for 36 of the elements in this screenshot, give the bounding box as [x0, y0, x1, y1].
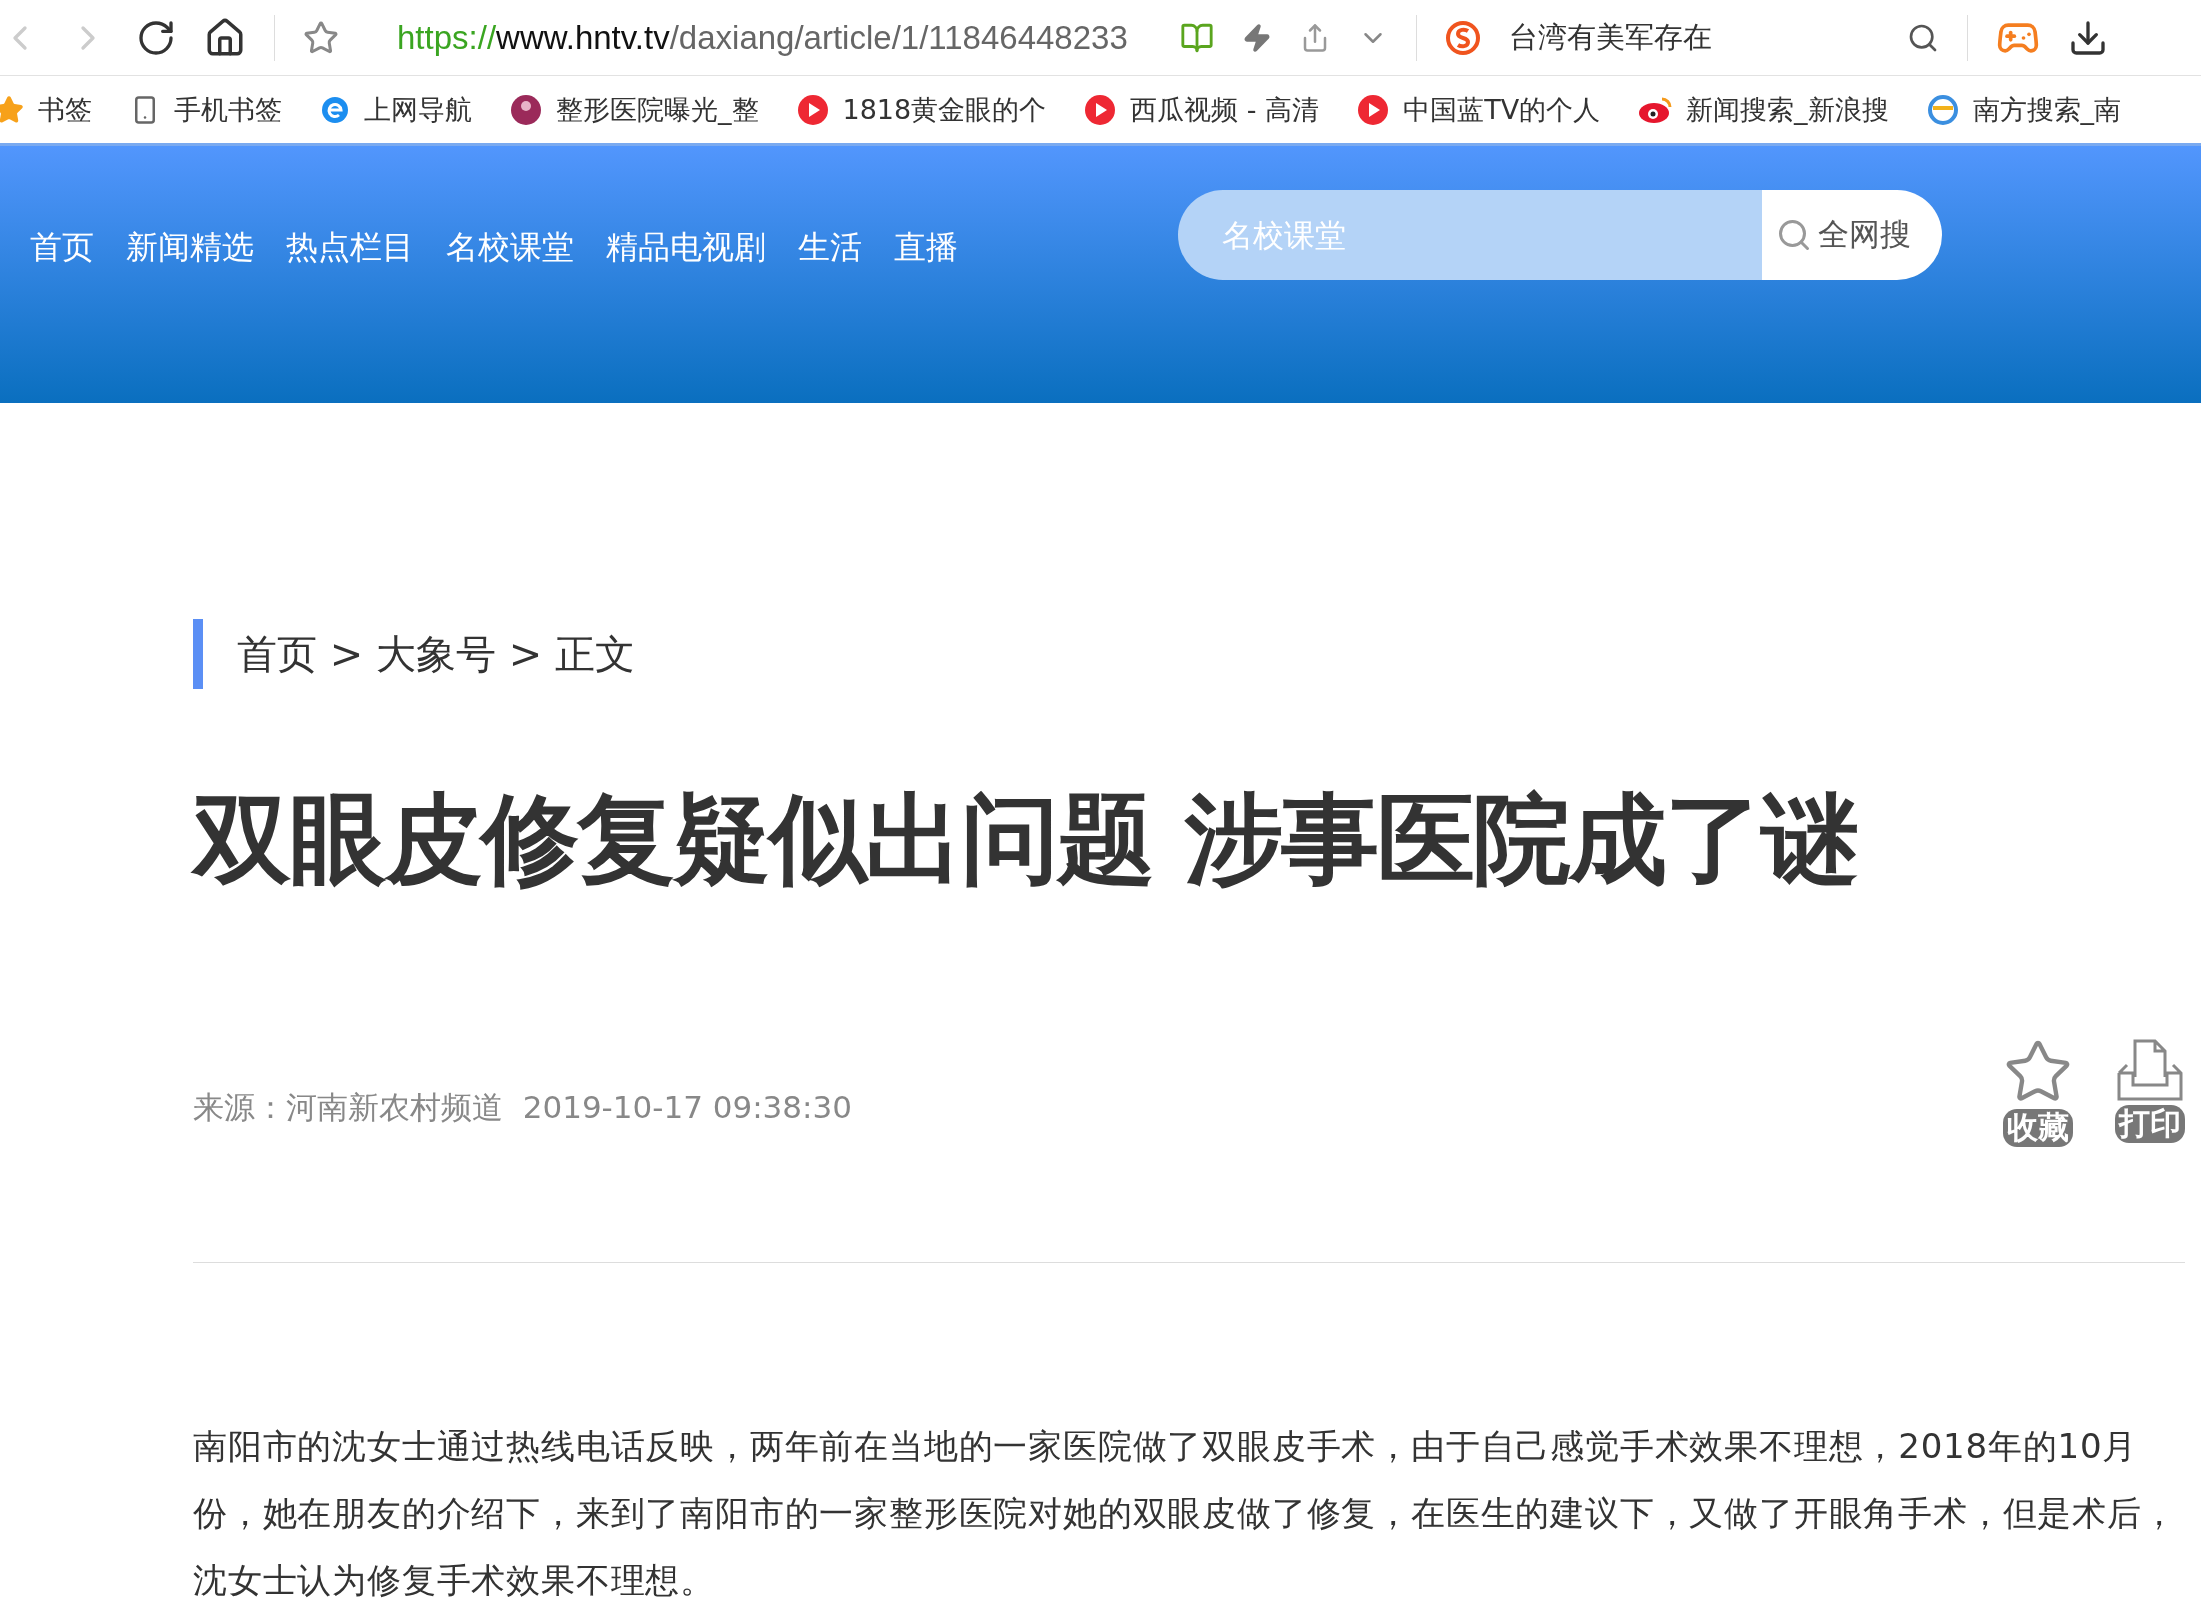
- home-icon[interactable]: [204, 16, 246, 59]
- nav-link[interactable]: 热点栏目: [286, 226, 414, 270]
- e-logo-icon: [320, 94, 350, 125]
- favorite-button[interactable]: 收藏: [2003, 1037, 2073, 1147]
- print-button[interactable]: 打印: [2115, 1037, 2185, 1147]
- nav-link[interactable]: 首页: [30, 226, 94, 270]
- address-bar[interactable]: https://www.hntv.tv/daxiang/article/1/11846448233: [397, 18, 1128, 57]
- breadcrumb: 首页 > 大象号 > 正文: [193, 619, 2185, 689]
- nav-link[interactable]: 精品电视剧: [606, 226, 766, 270]
- nav-link[interactable]: 生活: [798, 226, 862, 270]
- bookmark-link[interactable]: 整形医院曝光_整: [556, 91, 759, 128]
- play-icon: [1084, 93, 1117, 126]
- bookmark-link[interactable]: 中国蓝TV的个人: [1403, 91, 1601, 128]
- article-meta: 来源：河南新农村频道 2019-10-17 09:38:30: [193, 1088, 852, 1127]
- s-logo-icon[interactable]: [1444, 19, 1481, 56]
- bookmark-link[interactable]: 西瓜视频 - 高清: [1130, 91, 1320, 128]
- bookmark-link[interactable]: 上网导航: [364, 91, 472, 128]
- eye-logo-icon: [1638, 95, 1673, 124]
- bookmark-link[interactable]: 南方搜索_南: [1972, 91, 2122, 128]
- bookmark-link[interactable]: 新闻搜索_新浪搜: [1686, 91, 1889, 128]
- star-icon[interactable]: [303, 19, 339, 56]
- bookmark-link[interactable]: 书签: [38, 91, 92, 128]
- play-icon: [1357, 93, 1390, 126]
- print-tray-icon: [2117, 1037, 2183, 1103]
- nav-link[interactable]: 名校课堂: [446, 226, 574, 270]
- bookmark-link[interactable]: 手机书签: [174, 91, 282, 128]
- site-search-field[interactable]: 名校课堂: [1178, 190, 1762, 280]
- search-field[interactable]: 台湾有美军存在: [1508, 17, 1879, 58]
- bookmark-link[interactable]: 1818黄金眼的个: [842, 91, 1047, 128]
- search-icon: [1776, 217, 1812, 253]
- article-paragraph: 南阳市的沈女士通过热线电话反映，两年前在当地的一家医院做了双眼皮手术，由于自己感觉手术效果不理想，2018年的10月份，她在朋友的介绍下，来到了南阳市的一家整形医院对她的双眼皮做了修复，在医生的建议下，又做了开眼角手术，但是术后，沈女士认为修复手术效果不理想。: [193, 1425, 2178, 1602]
- nav-link[interactable]: 新闻精选: [126, 226, 254, 270]
- star-icon: [0, 94, 24, 125]
- play-icon: [796, 93, 829, 126]
- site-search-button[interactable]: 全网搜: [1762, 190, 1942, 280]
- nav-link[interactable]: 直播: [894, 226, 958, 270]
